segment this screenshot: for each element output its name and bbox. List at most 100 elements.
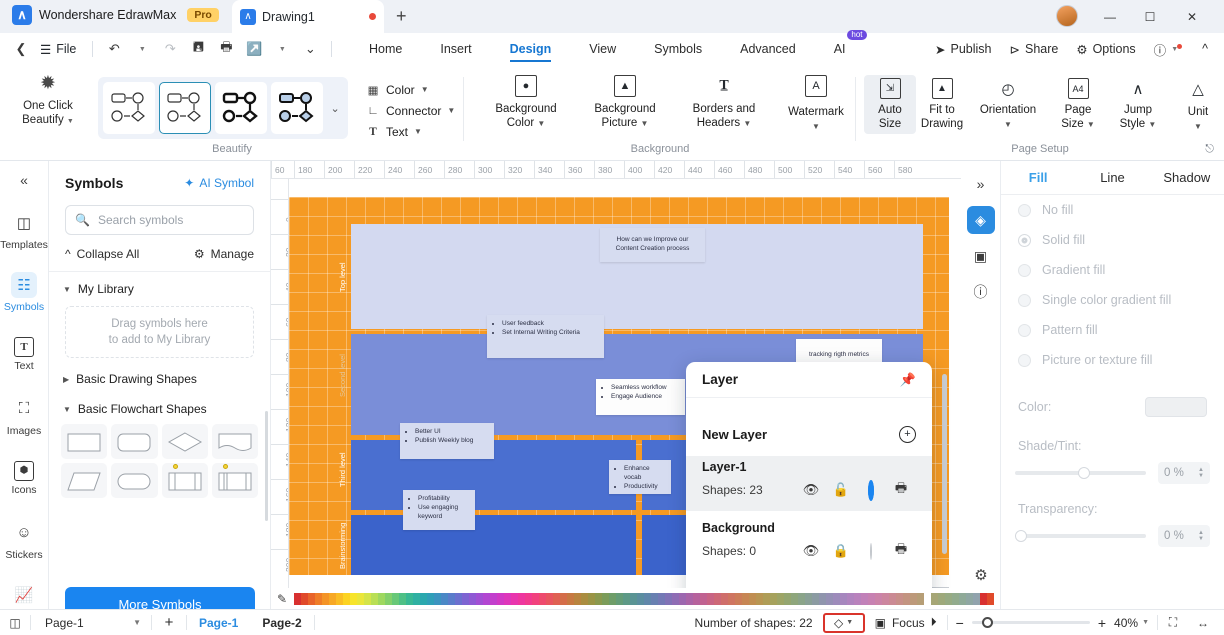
color-swatch[interactable] xyxy=(742,593,750,605)
note-workflow[interactable]: Seamless workflow Engage Audience xyxy=(596,379,685,415)
color-swatch[interactable] xyxy=(413,593,421,605)
color-swatch[interactable] xyxy=(553,593,561,605)
color-swatch[interactable] xyxy=(826,593,834,605)
settings-gear-icon[interactable]: ⚙ xyxy=(967,561,995,589)
transparency-value-input[interactable]: 0 % ▲ ▼ xyxy=(1158,525,1210,547)
layer-row-layer-1[interactable]: Layer-1 Shapes: 23 👁 🔓 🖶 xyxy=(686,456,932,511)
one-click-beautify-button[interactable]: ✹ One Click Beautify ▼ xyxy=(8,73,88,129)
more-commands-icon[interactable]: ⌄ xyxy=(297,36,323,62)
file-menu-button[interactable]: ☰ File xyxy=(36,42,84,57)
new-tab-button[interactable]: + xyxy=(396,7,407,25)
color-swatch[interactable] xyxy=(581,593,589,605)
color-swatch[interactable] xyxy=(329,593,337,605)
chevron-down-icon[interactable]: ▼ xyxy=(641,119,649,128)
close-button[interactable]: ✕ xyxy=(1174,0,1210,33)
beautify-style-1[interactable] xyxy=(103,82,156,134)
print-icon[interactable]: 🖶 xyxy=(886,479,916,501)
focus-mode-button[interactable]: ▣ Focus ⏵ xyxy=(865,615,947,630)
fill-option-pattern-fill[interactable]: Pattern fill xyxy=(1001,315,1224,345)
color-swatch[interactable] xyxy=(322,593,330,605)
color-swatch[interactable] xyxy=(399,593,407,605)
help-tool-button[interactable]: ⓘ xyxy=(967,278,995,306)
lane-block-brainstorm-left[interactable] xyxy=(351,515,636,575)
color-swatch[interactable] xyxy=(910,593,918,605)
shape-rounded-rectangle[interactable] xyxy=(111,424,158,459)
color-swatch[interactable] xyxy=(987,593,995,605)
beautify-text-button[interactable]: T Text ▼ xyxy=(366,121,455,142)
color-swatch[interactable] xyxy=(812,593,820,605)
color-swatch[interactable] xyxy=(791,593,799,605)
chevron-down-icon[interactable]: ▼ xyxy=(1194,122,1202,131)
color-swatch[interactable] xyxy=(301,593,309,605)
color-swatch[interactable] xyxy=(679,593,687,605)
shape-diamond[interactable] xyxy=(161,424,208,459)
color-swatch[interactable] xyxy=(476,593,484,605)
color-swatch[interactable] xyxy=(903,593,911,605)
tab-advanced[interactable]: Advanced xyxy=(721,33,815,65)
play-circle-icon[interactable]: ⏵ xyxy=(931,615,937,630)
color-swatch[interactable] xyxy=(868,593,876,605)
save-icon[interactable]: 🖪 xyxy=(185,36,211,62)
collapse-right-panel-button[interactable]: » xyxy=(967,170,995,198)
auto-size-button[interactable]: ⇲ Auto Size xyxy=(864,75,916,134)
color-swatch[interactable] xyxy=(455,593,463,605)
canvas-vertical-scrollbar[interactable] xyxy=(942,374,947,554)
export-icon[interactable]: ↗️ xyxy=(241,36,267,62)
tab-insert[interactable]: Insert xyxy=(421,33,490,65)
maximize-button[interactable]: ☐ xyxy=(1132,0,1168,33)
color-swatch[interactable] xyxy=(854,593,862,605)
color-swatch[interactable] xyxy=(973,593,981,605)
note-better-ui[interactable]: Better UI Publish Weekly blog xyxy=(400,423,494,459)
color-swatch[interactable] xyxy=(966,593,974,605)
tab-design[interactable]: Design xyxy=(491,33,571,65)
color-swatch[interactable] xyxy=(497,593,505,605)
shape-terminator[interactable] xyxy=(111,463,158,498)
color-swatch[interactable] xyxy=(840,593,848,605)
color-swatch[interactable] xyxy=(833,593,841,605)
zoom-out-button[interactable]: − xyxy=(956,615,964,631)
fill-option-picture-or-texture-fill[interactable]: Picture or texture fill xyxy=(1001,345,1224,375)
sidebar-item-images[interactable]: ⛶ Images xyxy=(0,385,48,447)
color-swatch[interactable] xyxy=(469,593,477,605)
color-swatch[interactable] xyxy=(483,593,491,605)
color-swatch[interactable] xyxy=(637,593,645,605)
color-swatch[interactable] xyxy=(945,593,953,605)
tab-line[interactable]: Line xyxy=(1075,170,1149,185)
color-swatch[interactable] xyxy=(700,593,708,605)
color-swatch[interactable] xyxy=(315,593,323,605)
note-profitability[interactable]: Profitability Use engaging keyword xyxy=(403,490,475,530)
pin-icon[interactable]: 📌 xyxy=(900,372,916,388)
color-swatch[interactable] xyxy=(427,593,435,605)
beautify-style-2[interactable] xyxy=(159,82,212,134)
my-library-drop-area[interactable]: Drag symbols here to add to My Library xyxy=(65,306,254,358)
manage-symbols-button[interactable]: ⚙ Manage xyxy=(194,247,254,261)
fill-option-no-fill[interactable]: No fill xyxy=(1001,195,1224,225)
color-swatch[interactable] xyxy=(357,593,365,605)
chevron-down-icon[interactable]: ▼ xyxy=(812,122,820,131)
options-button[interactable]: ⚙ Options xyxy=(1068,42,1143,57)
color-swatch[interactable] xyxy=(896,593,904,605)
color-swatch[interactable] xyxy=(511,593,519,605)
color-swatch[interactable] xyxy=(665,593,673,605)
color-swatch[interactable] xyxy=(889,593,897,605)
color-swatch[interactable] xyxy=(686,593,694,605)
color-swatch[interactable] xyxy=(672,593,680,605)
section-basic-drawing-shapes[interactable]: ▶ Basic Drawing Shapes xyxy=(49,358,270,390)
color-swatch[interactable] xyxy=(350,593,358,605)
print-icon[interactable]: 🖶 xyxy=(213,36,239,62)
color-swatch[interactable] xyxy=(602,593,610,605)
page-selector-dropdown[interactable]: Page-1 ▼ xyxy=(31,616,151,630)
shade-tint-value-input[interactable]: 0 % ▲ ▼ xyxy=(1158,462,1210,484)
color-swatch[interactable] xyxy=(721,593,729,605)
color-swatch[interactable] xyxy=(574,593,582,605)
sidebar-item-templates[interactable]: ◫ Templates xyxy=(0,199,48,261)
page-tab-2[interactable]: Page-2 xyxy=(250,616,313,630)
shape-parallelogram[interactable] xyxy=(61,463,108,498)
fill-option-solid-fill[interactable]: Solid fill xyxy=(1001,225,1224,255)
color-swatch[interactable] xyxy=(343,593,351,605)
beautify-color-button[interactable]: ▦ Color ▼ xyxy=(366,79,455,100)
page-size-button[interactable]: A4 Page Size ▼ xyxy=(1052,75,1104,134)
page-layout-icon[interactable]: ◫ xyxy=(0,616,30,630)
color-swatch[interactable] xyxy=(707,593,715,605)
background-picture-button[interactable]: ▲ Background Picture ▼ xyxy=(577,75,673,131)
